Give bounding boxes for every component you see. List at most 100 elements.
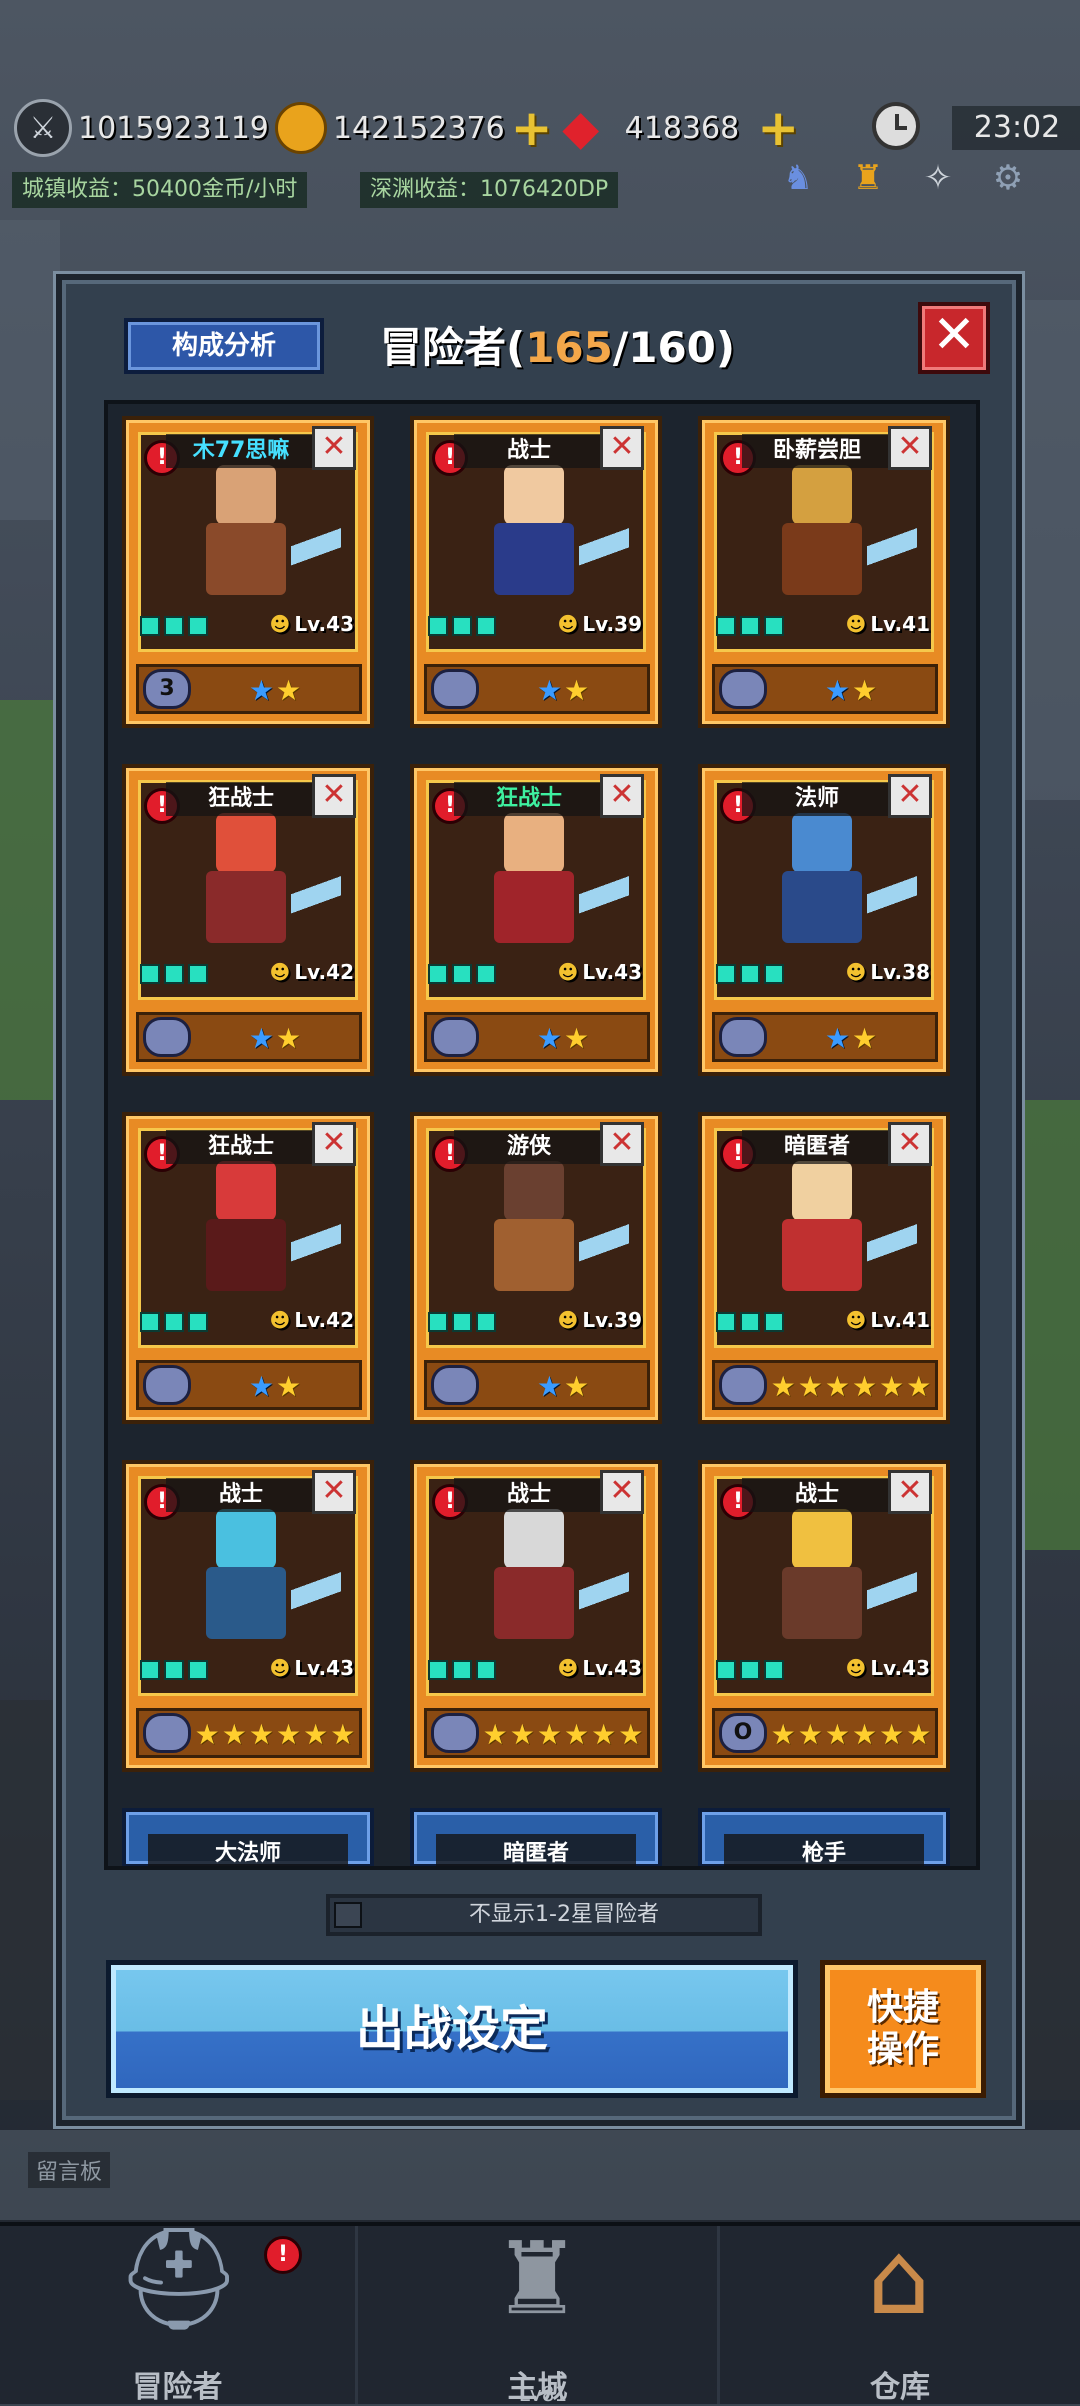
adventurer-card[interactable]: !暗匿者✕Lv.41★★★★★★ [698,1112,950,1424]
skill-icon [764,1660,784,1680]
quick-action-button[interactable]: 快捷 操作 [820,1960,986,2098]
clock-icon [872,102,920,150]
adventurer-card[interactable]: !战士✕Lv.43★★★★★★ [410,1460,662,1772]
gold-star-icon: ★ [770,1717,796,1751]
weapon-sprite [867,843,917,953]
hero-sprite [767,1509,877,1649]
crossed-swords-icon[interactable]: ✕ [312,1470,356,1514]
adventurer-card[interactable]: !狂战士✕Lv.42★★ [122,764,374,1076]
nav-adventurer[interactable]: ⛑ ! 冒险者 [0,2220,358,2405]
weapon-sprite [291,843,341,953]
crossed-swords-icon[interactable]: ✕ [600,426,644,470]
adventurer-card[interactable]: !战士✕Lv.39★★ [410,416,662,728]
adventurer-level: Lv.43 [558,960,642,984]
weapon-sprite [291,495,341,605]
adventurer-card[interactable]: !战士✕Lv.43O★★★★★★ [698,1460,950,1772]
gold-star-icon: ★ [618,1717,644,1751]
gold-coin-icon [274,102,327,154]
skill-icons [428,964,496,984]
gear-icon[interactable]: ⚙ [980,150,1036,206]
crossed-swords-icon[interactable]: ✕ [888,1470,932,1514]
crossed-swords-icon[interactable]: ✕ [312,774,356,818]
star-bar: ★ ★ [424,1012,650,1062]
class-badge [431,1365,479,1405]
crossed-swords-icon[interactable]: ✕ [600,1122,644,1166]
class-badge [719,669,767,709]
add-gold-button[interactable]: + [511,103,553,153]
shop-icon[interactable]: ♜ [840,150,896,206]
nav-warehouse[interactable]: ⌂ 仓库 [720,2220,1080,2405]
adventurer-name: 战士 [454,434,604,468]
adventurer-card[interactable]: !卧薪尝胆✕Lv.41★★ [698,416,950,728]
adventurer-card[interactable]: 枪手 [698,1808,950,1866]
crossed-swords-icon[interactable]: ✕ [888,774,932,818]
panel-title: 冒险者(165/160) [380,314,735,375]
nav-main-city[interactable]: ♜ 主城 Lv81 [358,2220,720,2406]
adventurer-card[interactable]: !法师✕Lv.38★★ [698,764,950,1076]
skill-icon [476,616,496,636]
battle-setup-button[interactable]: 出战设定 [106,1960,798,2098]
adventurer-card[interactable]: 大法师 [122,1808,374,1866]
add-gem-button[interactable]: + [757,103,799,153]
adventurer-level: Lv.41 [846,612,930,636]
adventurer-card[interactable]: !狂战士✕Lv.42★★ [122,1112,374,1424]
weapon-sprite [579,495,629,605]
gold-star-icon: ★ [852,1369,878,1403]
adventurer-card[interactable]: 暗匿者 [410,1808,662,1866]
class-badge [431,1713,479,1753]
star-rating: ★ ★ [485,671,641,709]
message-board-label[interactable]: 留言板 [28,2152,111,2188]
hide-low-star-filter[interactable]: 不显示1-2星冒险者 [326,1894,762,1936]
skill-icons [140,616,208,636]
hero-sprite [479,1509,589,1649]
star-rating: ★ ★ ★ ★ ★ ★ [770,1367,932,1405]
crossed-swords-icon[interactable]: ✕ [312,426,356,470]
crossed-swords-icon[interactable]: ✕ [888,1122,932,1166]
sword-circle-icon: ⚔ [14,99,72,157]
gold-star-icon: ★ [276,673,302,707]
adventurer-card[interactable]: !战士✕Lv.43★★★★★★ [122,1460,374,1772]
adventurer-card[interactable]: !木77思嘛✕Lv.433★★ [122,416,374,728]
crossed-swords-icon[interactable]: ✕ [600,1470,644,1514]
hero-sprite [767,813,877,953]
clock-time: 23:02 [952,106,1080,150]
skill-icon [452,964,472,984]
weapon-sprite [867,1539,917,1649]
filter-checkbox[interactable] [334,1902,362,1928]
composition-analysis-button[interactable]: 构成分析 [124,318,324,374]
star-bar: ★ ★ ★ ★ ★ ★ [712,1360,938,1410]
blue-star-icon: ★ [536,1369,562,1403]
adventurer-name: 狂战士 [166,1130,316,1164]
star-rating: ★ ★ [197,1367,353,1405]
weapon-sprite [867,495,917,605]
blue-star-icon: ★ [248,673,274,707]
adventurer-name: 暗匿者 [742,1130,892,1164]
skill-icon [428,616,448,636]
skill-icon [716,1660,736,1680]
adventurer-card[interactable]: !游侠✕Lv.39★★ [410,1112,662,1424]
close-button[interactable]: ✕ [918,302,990,374]
character-icon[interactable]: ♞ [770,150,826,206]
gold-star-icon: ★ [770,1369,796,1403]
crossed-swords-icon[interactable]: ✕ [312,1122,356,1166]
gold-star-icon: ★ [797,1717,823,1751]
skill-icons [716,964,784,984]
quick-action-label: 快捷 操作 [866,1987,939,2070]
skill-icon [764,1312,784,1332]
gold-star-icon: ★ [824,1369,850,1403]
skill-icon [740,616,760,636]
adventurer-name: 大法师 [148,1834,348,1866]
crossed-swords-icon[interactable]: ✕ [600,774,644,818]
adventurer-level: Lv.43 [270,1656,354,1680]
compass-icon[interactable]: ✧ [910,150,966,206]
hero-sprite [479,465,589,605]
skill-icon [716,1312,736,1332]
crossed-swords-icon[interactable]: ✕ [888,426,932,470]
skill-icon [164,616,184,636]
gold-star-icon: ★ [248,1717,274,1751]
gold-star-icon: ★ [564,1369,590,1403]
skill-icon [428,1312,448,1332]
skill-icon [140,616,160,636]
adventurer-card[interactable]: !狂战士✕Lv.43★★ [410,764,662,1076]
class-badge: O [719,1713,767,1753]
